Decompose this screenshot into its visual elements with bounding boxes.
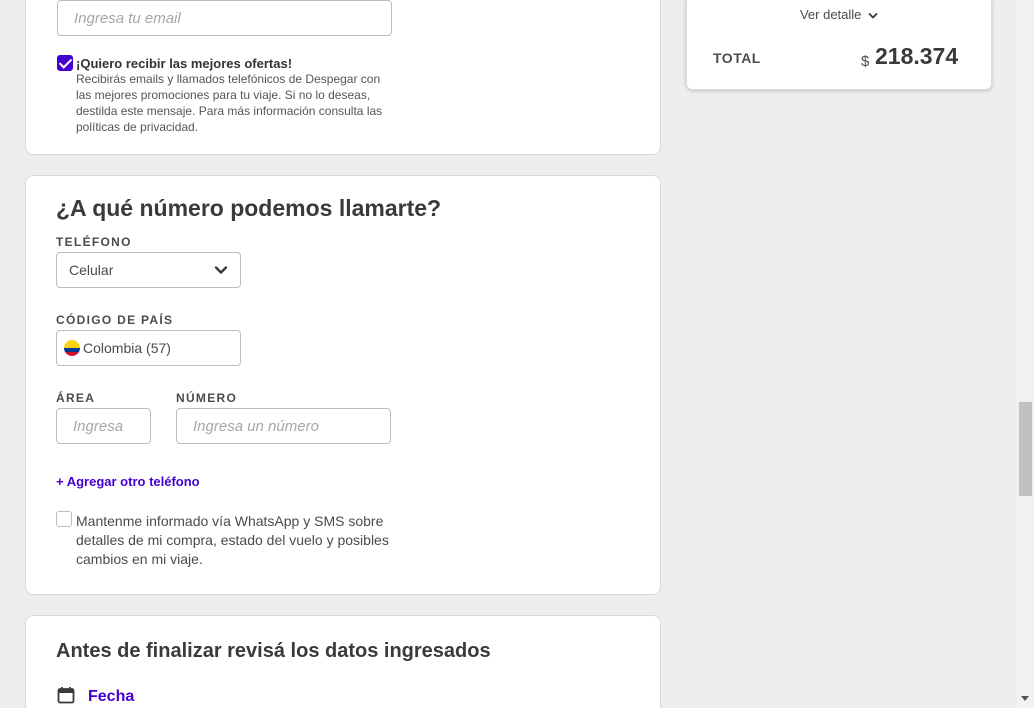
number-field[interactable]: Ingresa un número (176, 408, 391, 444)
country-code-value: Colombia (57) (83, 340, 171, 356)
email-card: Ingresa tu email ¡Quiero recibir las mej… (25, 0, 661, 155)
phone-card: ¿A qué número podemos llamarte? TELÉFONO… (25, 175, 661, 595)
country-code-label: CÓDIGO DE PAÍS (56, 313, 174, 327)
number-label: NÚMERO (176, 391, 238, 405)
offers-label[interactable]: ¡Quiero recibir las mejores ofertas! (76, 56, 292, 71)
area-label: ÁREA (56, 391, 96, 405)
price-summary-card: Ver detalle TOTAL $ 218.374 (686, 0, 992, 90)
total-price: 218.374 (875, 43, 959, 69)
scroll-down-arrow-icon[interactable] (1021, 696, 1029, 701)
chevron-down-icon (868, 12, 878, 18)
review-card: Antes de finalizar revisá los datos ingr… (25, 615, 661, 708)
phone-label: TELÉFONO (56, 235, 132, 249)
calendar-icon (57, 687, 75, 704)
phone-type-select[interactable]: Celular (56, 252, 241, 288)
page-scrollbar[interactable] (1017, 0, 1034, 708)
scrollbar-thumb[interactable] (1019, 402, 1032, 496)
area-field[interactable]: Ingresa (56, 408, 151, 444)
currency-symbol: $ (861, 53, 870, 70)
review-section-title: Antes de finalizar revisá los datos ingr… (56, 640, 491, 662)
email-field[interactable]: Ingresa tu email (57, 0, 392, 36)
phone-type-value: Celular (69, 262, 114, 278)
country-code-select[interactable]: Colombia (57) (56, 330, 241, 366)
view-detail-link[interactable]: Ver detalle (687, 7, 991, 22)
offers-checkbox[interactable] (57, 55, 73, 71)
total-label: TOTAL (713, 50, 761, 66)
chevron-down-icon (214, 266, 228, 274)
colombia-flag-icon (64, 340, 80, 356)
phone-section-title: ¿A qué número podemos llamarte? (56, 195, 442, 221)
whatsapp-checkbox[interactable] (56, 511, 72, 527)
whatsapp-label[interactable]: Mantenme informado vía WhatsApp y SMS so… (76, 512, 396, 569)
add-phone-link[interactable]: + Agregar otro teléfono (56, 474, 200, 489)
date-section-label: Fecha (88, 688, 135, 705)
view-detail-label: Ver detalle (799, 7, 862, 22)
offers-description: Recibirás emails y llamados telefónicos … (76, 72, 383, 134)
